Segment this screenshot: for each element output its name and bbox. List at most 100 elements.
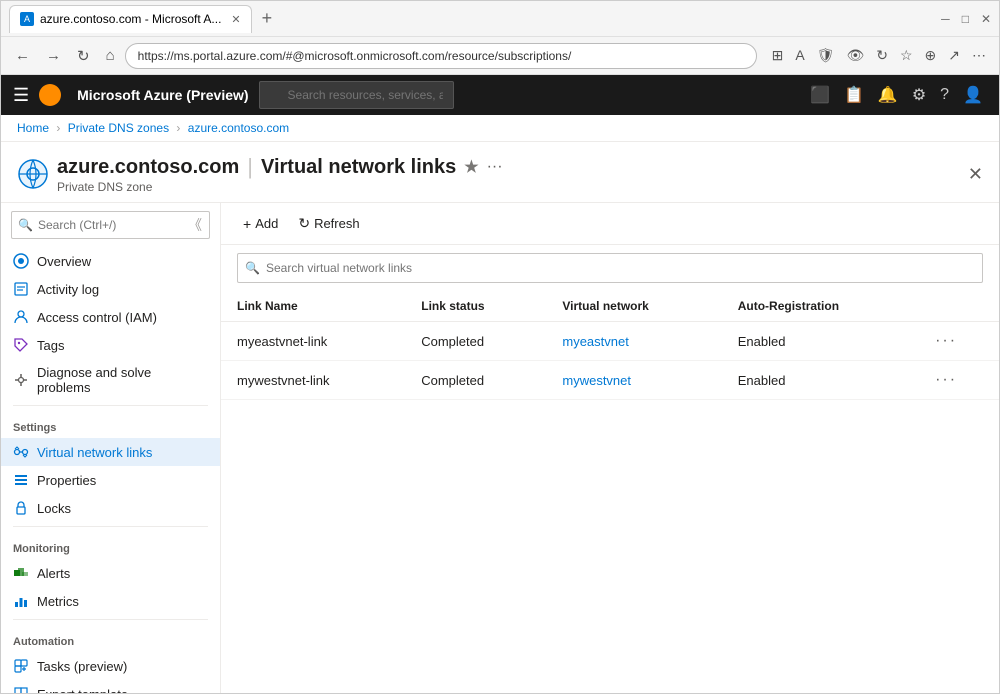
profile-icon[interactable]: 👤: [959, 81, 987, 109]
maximize-button[interactable]: □: [962, 12, 969, 26]
collections-icon[interactable]: ⊕: [920, 43, 942, 68]
eye-icon[interactable]: 👁: [841, 43, 869, 68]
sidebar-search-wrapper: 🔍 《: [11, 211, 210, 239]
azure-logo-icon: [39, 84, 61, 106]
forward-button[interactable]: →: [40, 43, 67, 68]
sidebar-item-vnet-links-label: Virtual network links: [37, 445, 152, 460]
diagnose-icon: [13, 372, 29, 388]
hamburger-menu[interactable]: ☰: [13, 85, 29, 106]
refresh-icon[interactable]: ↻: [871, 43, 893, 68]
panel-search-icon: 🔍: [245, 261, 260, 275]
back-button[interactable]: ←: [9, 43, 36, 68]
directory-icon[interactable]: 📋: [840, 81, 868, 109]
sidebar-item-activity-log[interactable]: Activity log: [1, 275, 220, 303]
page-header: azure.contoso.com | Virtual network link…: [1, 142, 999, 203]
sidebar-item-virtual-network-links[interactable]: Virtual network links: [1, 438, 220, 466]
row1-vnet-link[interactable]: myeastvnet: [562, 334, 628, 349]
breadcrumb-home[interactable]: Home: [17, 121, 49, 135]
row2-link-name: mywestvnet-link: [221, 361, 405, 400]
sidebar-item-properties[interactable]: Properties: [1, 466, 220, 494]
sidebar-item-activity-log-label: Activity log: [37, 282, 99, 297]
iam-icon: [13, 309, 29, 325]
extensions-icon[interactable]: ⊞: [767, 43, 789, 68]
star-browser-icon[interactable]: ☆: [895, 43, 918, 68]
global-search-input[interactable]: [259, 81, 454, 109]
page-subtitle: Private DNS zone: [57, 180, 960, 194]
settings-icon[interactable]: ⚙: [908, 81, 930, 109]
more-browser-icon[interactable]: ⋯: [967, 43, 991, 68]
sidebar-search-input[interactable]: [11, 211, 210, 239]
sidebar-item-locks-label: Locks: [37, 501, 71, 516]
sidebar-item-export[interactable]: Export template: [1, 680, 220, 693]
panel-close-button[interactable]: ✕: [968, 164, 983, 185]
favorite-star-icon[interactable]: ★: [464, 157, 478, 177]
row2-actions-button[interactable]: ···: [935, 371, 957, 388]
col-link-status: Link status: [405, 291, 546, 322]
sidebar: 🔍 《 Overview Activity log: [1, 203, 221, 693]
vnet-links-icon: [13, 444, 29, 460]
font-icon[interactable]: A: [790, 43, 809, 68]
resource-name: azure.contoso.com: [57, 156, 239, 179]
panel-search-input[interactable]: [237, 253, 983, 283]
row2-vnet-link[interactable]: mywestvnet: [562, 373, 631, 388]
export-icon: [13, 686, 29, 693]
close-window-button[interactable]: ✕: [981, 12, 991, 26]
header-more-button[interactable]: ···: [487, 158, 503, 176]
col-link-name: Link Name: [221, 291, 405, 322]
minimize-button[interactable]: ─: [941, 12, 950, 26]
breadcrumb-resource[interactable]: azure.contoso.com: [188, 121, 289, 135]
sidebar-item-overview-label: Overview: [37, 254, 91, 269]
tab-favicon: A: [20, 12, 34, 26]
divider-3: [13, 619, 208, 620]
sidebar-item-tags-label: Tags: [37, 338, 64, 353]
alerts-icon: [13, 565, 29, 581]
sidebar-item-alerts[interactable]: Alerts: [1, 559, 220, 587]
panel-toolbar: + Add ↻ Refresh: [221, 203, 999, 245]
address-bar[interactable]: [125, 43, 757, 69]
browser-action-icons: ⊞ A 🛡 👁 ↻ ☆ ⊕ ↗ ⋯: [767, 43, 991, 68]
row1-link-status: Completed: [405, 322, 546, 361]
sidebar-collapse-icon[interactable]: 《: [188, 215, 202, 235]
tasks-icon: [13, 658, 29, 674]
add-icon: +: [243, 216, 251, 232]
page-title-block: azure.contoso.com | Virtual network link…: [57, 154, 960, 194]
col-virtual-network: Virtual network: [546, 291, 721, 322]
sidebar-item-iam[interactable]: Access control (IAM): [1, 303, 220, 331]
browser-window: A azure.contoso.com - Microsoft A... ✕ +…: [0, 0, 1000, 694]
sidebar-item-tags[interactable]: Tags: [1, 331, 220, 359]
tags-icon: [13, 337, 29, 353]
add-button[interactable]: + Add: [237, 212, 284, 236]
page-name: Virtual network links: [261, 156, 456, 179]
sidebar-item-tasks[interactable]: Tasks (preview): [1, 652, 220, 680]
sidebar-item-iam-label: Access control (IAM): [37, 310, 157, 325]
sidebar-item-metrics[interactable]: Metrics: [1, 587, 220, 615]
refresh-button[interactable]: ↻ Refresh: [292, 211, 365, 236]
browser-controls: ← → ↻ ⌂ ⊞ A 🛡 👁 ↻ ☆ ⊕ ↗ ⋯: [1, 37, 999, 75]
shield-icon[interactable]: 🛡: [812, 43, 840, 68]
share-icon[interactable]: ↗: [943, 43, 965, 68]
sidebar-item-export-label: Export template: [37, 687, 128, 694]
sidebar-item-locks[interactable]: Locks: [1, 494, 220, 522]
new-tab-button[interactable]: +: [258, 8, 277, 29]
sidebar-item-diagnose[interactable]: Diagnose and solve problems: [1, 359, 220, 401]
metrics-icon: [13, 593, 29, 609]
browser-tab[interactable]: A azure.contoso.com - Microsoft A... ✕: [9, 5, 252, 33]
azure-logo-text: Microsoft Azure (Preview): [77, 87, 248, 103]
tab-close-button[interactable]: ✕: [231, 13, 240, 26]
breadcrumb-dns-zones[interactable]: Private DNS zones: [68, 121, 169, 135]
divider-2: [13, 526, 208, 527]
row1-actions-button[interactable]: ···: [935, 332, 957, 349]
cloud-shell-icon[interactable]: ⬛: [806, 81, 834, 109]
refresh-label: Refresh: [314, 216, 360, 231]
help-icon[interactable]: ?: [936, 82, 953, 108]
sidebar-item-alerts-label: Alerts: [37, 566, 70, 581]
sidebar-item-overview[interactable]: Overview: [1, 247, 220, 275]
sidebar-item-tasks-label: Tasks (preview): [37, 659, 127, 674]
home-button[interactable]: ⌂: [100, 43, 121, 68]
monitoring-section-header: Monitoring: [1, 531, 220, 559]
overview-icon: [13, 253, 29, 269]
notifications-icon[interactable]: 🔔: [874, 81, 902, 109]
row1-link-name: myeastvnet-link: [221, 322, 405, 361]
reload-button[interactable]: ↻: [71, 43, 96, 69]
col-actions: [919, 291, 999, 322]
